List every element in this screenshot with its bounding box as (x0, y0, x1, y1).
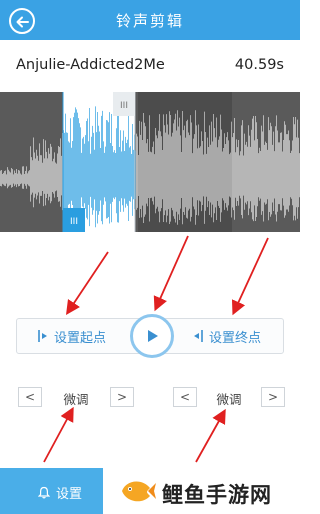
fine-tune-start: < 微调 > (18, 387, 134, 407)
watermark-brand: 鲤鱼手游网 (112, 472, 300, 512)
annotation-arrow (231, 237, 269, 316)
annotation-arrow (43, 406, 74, 463)
end-marker-icon (193, 330, 203, 342)
set-ringtone-button[interactable]: 设置 (0, 468, 103, 514)
play-button[interactable] (130, 314, 174, 358)
start-handle-grip: III (70, 217, 78, 227)
annotation-arrow (195, 408, 226, 463)
track-name: Anjulie-Addicted2Me (16, 57, 165, 73)
waveform-editor[interactable]: III III (0, 92, 300, 232)
fine-tune-start-prev-button[interactable]: < (18, 387, 42, 407)
play-icon (148, 330, 158, 342)
annotation-arrow (153, 235, 189, 312)
fine-tune-end-prev-button[interactable]: < (173, 387, 197, 407)
page-title: 铃声剪辑 (115, 12, 184, 30)
track-info: Anjulie-Addicted2Me 40.59s (0, 40, 300, 92)
set-end-button[interactable]: 设置终点 (192, 319, 261, 353)
top-bar: 铃声剪辑 (0, 0, 300, 40)
fine-tune-start-next-button[interactable]: > (110, 387, 134, 407)
bell-icon (38, 486, 50, 499)
set-start-label: 设置起点 (54, 330, 107, 346)
end-handle-grip: III (120, 101, 128, 111)
waveform[interactable]: III III (0, 92, 300, 232)
fish-logo-icon (122, 481, 156, 502)
set-ringtone-label: 设置 (56, 487, 83, 502)
track-duration: 40.59s (234, 57, 284, 73)
annotation-arrow (66, 251, 109, 315)
start-marker-icon (38, 330, 47, 342)
fine-tune-start-label: 微调 (63, 392, 89, 407)
fine-tune-end-label: 微调 (216, 392, 242, 407)
set-end-label: 设置终点 (208, 330, 261, 346)
fine-tune-end-next-button[interactable]: > (261, 387, 285, 407)
fine-tune-end: < 微调 > (173, 387, 285, 407)
set-start-button[interactable]: 设置起点 (37, 319, 106, 353)
watermark-text: 鲤鱼手游网 (162, 483, 272, 507)
